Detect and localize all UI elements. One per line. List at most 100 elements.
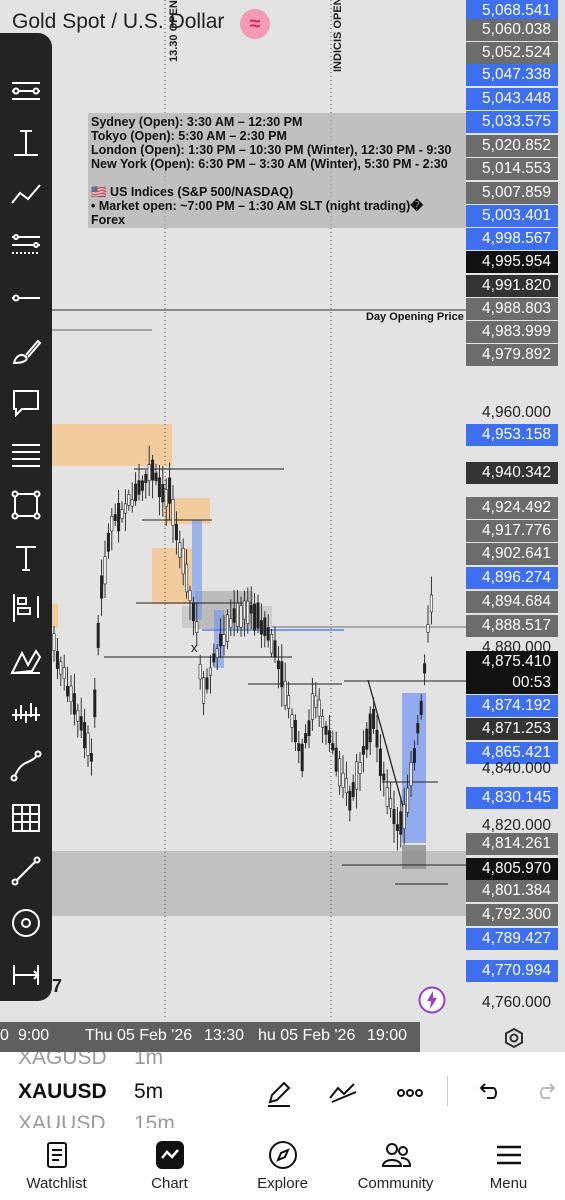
watchlist-icon <box>47 1142 67 1168</box>
price-label: 5,060.038 <box>466 19 558 41</box>
candle-body <box>157 477 161 498</box>
divider <box>447 1076 448 1106</box>
time-axis[interactable]: 0 9:00 Thu 05 Feb '26 13:30 hu 05 Feb '26 19:… <box>0 1022 420 1052</box>
candle-body <box>324 725 328 735</box>
redo-icon[interactable] <box>532 1076 565 1110</box>
candle-body <box>96 622 100 648</box>
nav-explore[interactable]: Explore <box>226 1128 339 1200</box>
time-label: Thu 05 Feb '26 <box>85 1027 193 1044</box>
candle-body <box>321 716 325 728</box>
price-label: 5,052.524 <box>466 42 558 64</box>
candle-body <box>344 778 348 794</box>
candle-body <box>168 477 172 504</box>
nav-menu-label: Menu <box>489 1175 528 1192</box>
parallel-channel-icon[interactable] <box>6 225 46 265</box>
candle-body <box>429 594 433 613</box>
more-icon[interactable] <box>393 1076 427 1110</box>
candle-body <box>399 811 403 835</box>
vertical-label-1330: 13.30 OPEN <box>168 0 180 62</box>
interval-prev[interactable]: 1m <box>134 1052 163 1070</box>
session-line-4: New York (Open): 6:30 PM – 3:30 AM (Wint… <box>91 157 448 171</box>
undo-icon[interactable] <box>471 1076 505 1110</box>
day-opening-label: Day Opening Price <box>366 311 464 323</box>
candle-body <box>280 661 284 688</box>
cursor-tool-icon[interactable] <box>6 71 46 111</box>
candle-body <box>338 758 342 787</box>
candle-body <box>66 685 70 697</box>
candle-body <box>389 798 393 809</box>
candle-body <box>181 548 185 575</box>
pattern-icon[interactable] <box>6 641 46 681</box>
interval-active[interactable]: 5m <box>134 1080 163 1104</box>
candle-body <box>412 748 416 764</box>
trend-angle-icon[interactable] <box>6 173 46 213</box>
candle-body <box>259 620 263 635</box>
candle-body <box>212 653 216 663</box>
text-icon[interactable] <box>6 538 46 578</box>
price-label: 00:53 <box>466 672 558 694</box>
rectangle-icon[interactable] <box>6 485 46 525</box>
nav-watchlist-label: Watchlist <box>26 1175 87 1192</box>
candle-body <box>198 663 202 680</box>
candle-body <box>402 804 406 830</box>
gann-grid-icon[interactable] <box>6 798 46 838</box>
date-range-icon[interactable] <box>6 955 46 995</box>
price-label: 4,871.253 <box>466 718 558 740</box>
settings-hexagon-icon[interactable] <box>502 1026 526 1050</box>
symbol-active[interactable]: XAUUSD <box>18 1080 107 1104</box>
candle-body <box>191 603 195 622</box>
candle-body <box>171 499 175 526</box>
candle-body <box>293 719 297 743</box>
vertical-ray-icon[interactable] <box>6 123 46 163</box>
nav-explore-label: Explore <box>257 1175 308 1192</box>
price-label: 4,983.999 <box>466 321 558 343</box>
candle-body <box>283 680 287 707</box>
nav-community[interactable]: Community <box>339 1128 452 1200</box>
candle-body <box>423 663 427 674</box>
candle-body <box>93 689 97 718</box>
candle-body <box>365 728 369 750</box>
price-label: 5,043.448 <box>466 88 558 110</box>
nav-menu[interactable]: Menu <box>452 1128 565 1200</box>
price-axis[interactable]: 5,068.541 5,060.038 5,052.524 5,047.338 5,04… <box>466 0 565 1020</box>
candle-body <box>355 761 359 790</box>
price-label: 4,789.427 <box>466 928 558 950</box>
candle-body <box>147 464 151 481</box>
candle-body <box>300 743 304 772</box>
price-label: 4,998.567 <box>466 228 558 250</box>
callout-icon[interactable] <box>6 383 46 423</box>
template-icon[interactable] <box>326 1076 360 1110</box>
candle-body <box>62 667 66 680</box>
prediction-icon[interactable] <box>6 693 46 733</box>
candle-body <box>310 693 314 720</box>
orange-zone-top <box>52 424 172 466</box>
horizontal-line-icon[interactable] <box>6 278 46 318</box>
sessions-note[interactable]: Sydney (Open): 3:30 AM – 12:30 PM Tokyo … <box>88 113 466 228</box>
brush-icon[interactable] <box>6 331 46 371</box>
candle-body <box>83 722 87 749</box>
candle-body <box>372 708 376 729</box>
interval-next[interactable]: 15m <box>134 1112 175 1128</box>
candle-body <box>416 723 420 734</box>
fib-retracement-icon[interactable] <box>6 435 46 475</box>
long-position-icon[interactable] <box>6 588 46 628</box>
time-label: 9:00 <box>18 1027 50 1044</box>
candle-body <box>406 787 410 813</box>
session-line-8: Forex <box>91 213 126 227</box>
lightning-icon[interactable] <box>418 986 446 1014</box>
time-label: 13:30 <box>204 1027 245 1044</box>
candle-body <box>331 743 335 751</box>
price-label: 4,792.300 <box>466 904 558 926</box>
nav-chart[interactable]: Chart <box>113 1128 226 1200</box>
symbol-next[interactable]: XAUUSD <box>18 1112 106 1128</box>
candle-body <box>202 677 206 704</box>
candle-body <box>127 494 131 506</box>
symbol-prev[interactable]: XAGUSD <box>18 1052 107 1070</box>
candle-body <box>375 729 379 748</box>
ruler-line-icon[interactable] <box>6 851 46 891</box>
nav-watchlist[interactable]: Watchlist <box>0 1128 113 1200</box>
pen-icon[interactable] <box>262 1076 296 1110</box>
path-icon[interactable] <box>6 746 46 786</box>
eye-target-icon[interactable] <box>6 903 46 943</box>
price-label: 5,007.859 <box>466 182 558 204</box>
